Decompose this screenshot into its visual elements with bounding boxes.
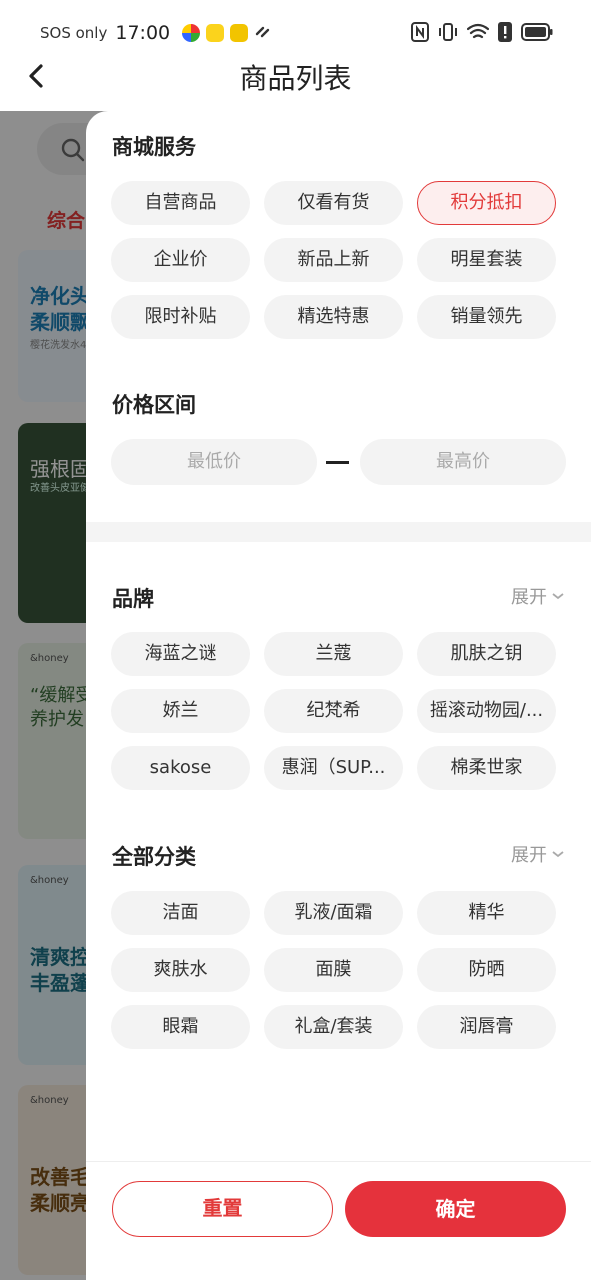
brand-expand-button[interactable]: 展开 — [511, 583, 565, 609]
brand-title: 品牌 — [112, 587, 154, 611]
price-range-dash — [326, 461, 349, 464]
chip-selected-deals[interactable]: 精选特惠 — [264, 295, 403, 339]
app-notification-icon — [182, 24, 201, 42]
carrier-text: SOS only — [40, 24, 108, 42]
chip-brand[interactable]: 惠润（SUP... — [264, 746, 403, 790]
chip-brand[interactable]: 棉柔世家 — [417, 746, 556, 790]
page-title: 商品列表 — [239, 62, 352, 95]
chip-brand[interactable]: 肌肤之钥 — [417, 632, 556, 676]
chip-category[interactable]: 爽肤水 — [111, 948, 250, 992]
chip-star-sets[interactable]: 明星套装 — [417, 238, 556, 282]
chip-category[interactable]: 乳液/面霜 — [264, 891, 403, 935]
chip-enterprise-price[interactable]: 企业价 — [111, 238, 250, 282]
chip-in-stock[interactable]: 仅看有货 — [264, 181, 403, 225]
reset-button[interactable]: 重置 — [112, 1181, 333, 1237]
category-expand-button[interactable]: 展开 — [511, 841, 565, 867]
chip-category[interactable]: 面膜 — [264, 948, 403, 992]
chevron-down-icon — [552, 851, 564, 858]
price-range-title: 价格区间 — [112, 393, 196, 417]
chip-brand[interactable]: 娇兰 — [111, 689, 250, 733]
chip-brand[interactable]: sakose — [111, 746, 250, 790]
chip-points-deduction[interactable]: 积分抵扣 — [417, 181, 556, 225]
filter-drawer: 商城服务 自营商品 仅看有货 积分抵扣 企业价 新品上新 明星套装 限时补贴 精… — [86, 111, 591, 1280]
chip-self-operated[interactable]: 自营商品 — [111, 181, 250, 225]
wifi-icon — [466, 23, 490, 45]
category-title: 全部分类 — [112, 845, 196, 869]
chip-category[interactable]: 眼霜 — [111, 1005, 250, 1049]
chip-brand[interactable]: 海蓝之谜 — [111, 632, 250, 676]
section-divider — [86, 522, 591, 542]
brand-expand-label: 展开 — [511, 587, 547, 608]
chip-new-arrivals[interactable]: 新品上新 — [264, 238, 403, 282]
chip-brand[interactable]: 纪梵希 — [264, 689, 403, 733]
app-header: 商品列表 — [0, 45, 591, 111]
chip-category[interactable]: 洁面 — [111, 891, 250, 935]
chevron-down-icon — [552, 593, 564, 600]
vibrate-icon — [438, 22, 458, 46]
battery-icon — [521, 23, 553, 45]
app-notification-icon — [206, 24, 225, 42]
link-icon — [254, 22, 272, 44]
signal-alert-icon — [498, 22, 512, 46]
confirm-button[interactable]: 确定 — [345, 1181, 566, 1237]
app-notification-icon — [230, 24, 249, 42]
nfc-icon — [411, 22, 429, 46]
footer-divider — [86, 1161, 591, 1162]
chip-brand[interactable]: 兰蔻 — [264, 632, 403, 676]
category-expand-label: 展开 — [511, 845, 547, 866]
chip-category[interactable]: 防晒 — [417, 948, 556, 992]
max-price-input[interactable]: 最高价 — [360, 439, 566, 485]
chip-limited-subsidy[interactable]: 限时补贴 — [111, 295, 250, 339]
clock: 17:00 — [115, 22, 171, 44]
chip-top-sales[interactable]: 销量领先 — [417, 295, 556, 339]
min-price-input[interactable]: 最低价 — [111, 439, 317, 485]
chip-category[interactable]: 礼盒/套装 — [264, 1005, 403, 1049]
chip-brand[interactable]: 摇滚动物园/... — [417, 689, 556, 733]
mall-service-title: 商城服务 — [112, 135, 196, 159]
chip-category[interactable]: 润唇膏 — [417, 1005, 556, 1049]
chip-category[interactable]: 精华 — [417, 891, 556, 935]
